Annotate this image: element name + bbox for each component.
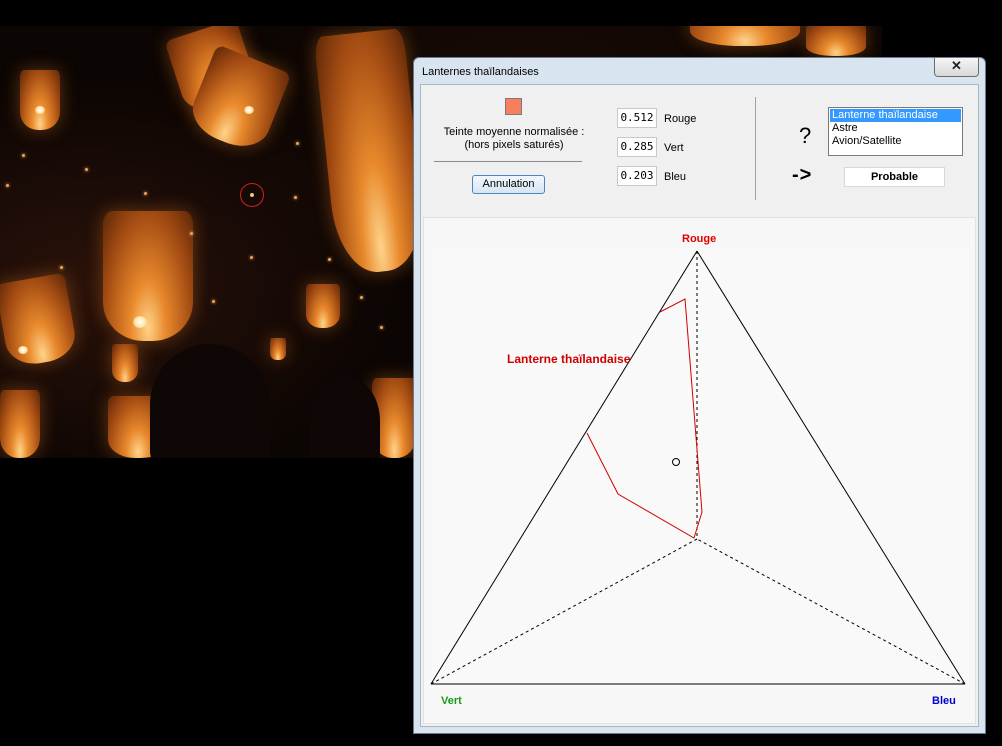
region-label-lanterne: Lanterne thaïlandaise [507, 352, 631, 366]
vert-label: Vert [664, 142, 684, 154]
lantern [306, 284, 340, 328]
list-item[interactable]: Avion/Satellite [830, 135, 961, 148]
close-button[interactable]: ✕ [934, 58, 979, 77]
vertex-label-rouge: Rouge [682, 233, 717, 245]
distant-lantern [60, 266, 63, 269]
distant-lantern [360, 296, 363, 299]
question-mark: ? [799, 123, 812, 148]
bleu-label: Bleu [664, 171, 687, 183]
lantern [270, 338, 286, 360]
mean-hue-label-line1: Teinte moyenne normalisée : [443, 126, 585, 138]
mean-hue-swatch [505, 98, 522, 115]
vertex-label-vert: Vert [441, 695, 462, 707]
lantern [103, 211, 193, 341]
person-silhouette [150, 344, 270, 458]
distant-lantern [22, 154, 25, 157]
lantern [112, 344, 138, 382]
lantern [806, 26, 866, 56]
vertex-label-bleu: Bleu [932, 695, 956, 707]
person-silhouette [310, 376, 380, 458]
ternary-diagram: Rouge Vert Bleu Lanterne thaïlandaise [423, 217, 976, 724]
distant-lantern [296, 142, 299, 145]
plot-area [432, 248, 969, 688]
lantern [20, 70, 60, 130]
distant-lantern [6, 184, 9, 187]
target-circle-marker [240, 183, 264, 207]
distant-lantern [294, 196, 297, 199]
mean-hue-label: Teinte moyenne normalisée : (hors pixels… [429, 126, 599, 152]
bleu-value-field[interactable]: 0.203 [617, 166, 657, 186]
lantern-flame [35, 106, 45, 114]
distant-lantern [328, 258, 331, 261]
list-item[interactable]: Astre [830, 122, 961, 135]
rouge-value-field[interactable]: 0.512 [617, 108, 657, 128]
lantern [690, 26, 800, 46]
lantern [313, 27, 429, 277]
result-field: Probable [844, 167, 945, 187]
vertical-separator [755, 97, 756, 200]
lantern [0, 390, 40, 458]
window-title: Lanternes thaïlandaises [422, 66, 539, 78]
distant-lantern [250, 256, 253, 259]
list-item[interactable]: Lanterne thaïlandaise [830, 109, 961, 122]
lantern [0, 272, 79, 369]
class-listbox[interactable]: Lanterne thaïlandaise Astre Avion/Satell… [828, 107, 963, 156]
mean-hue-label-line2: (hors pixels saturés) [464, 139, 564, 151]
ternary-diagram-canvas [430, 248, 969, 688]
rouge-label: Rouge [664, 113, 697, 125]
dialog-client-area: Teinte moyenne normalisée : (hors pixels… [420, 84, 979, 727]
divider [434, 161, 582, 162]
distant-lantern [190, 232, 193, 235]
distant-lantern [380, 326, 383, 329]
lantern-flame [244, 106, 254, 114]
lanternes-dialog: Lanternes thaïlandaises ✕ Teinte moyenne… [413, 57, 986, 734]
distant-lantern [85, 168, 88, 171]
cancel-button[interactable]: Annulation [472, 175, 545, 194]
arrow-glyph: -> [792, 164, 813, 186]
distant-lantern [144, 192, 147, 195]
lantern-flame [133, 316, 147, 328]
close-icon: ✕ [951, 58, 962, 73]
lantern-flame [18, 346, 28, 354]
distant-lantern [212, 300, 215, 303]
vert-value-field[interactable]: 0.285 [617, 137, 657, 157]
title-bar[interactable]: Lanternes thaïlandaises ✕ [414, 58, 985, 84]
